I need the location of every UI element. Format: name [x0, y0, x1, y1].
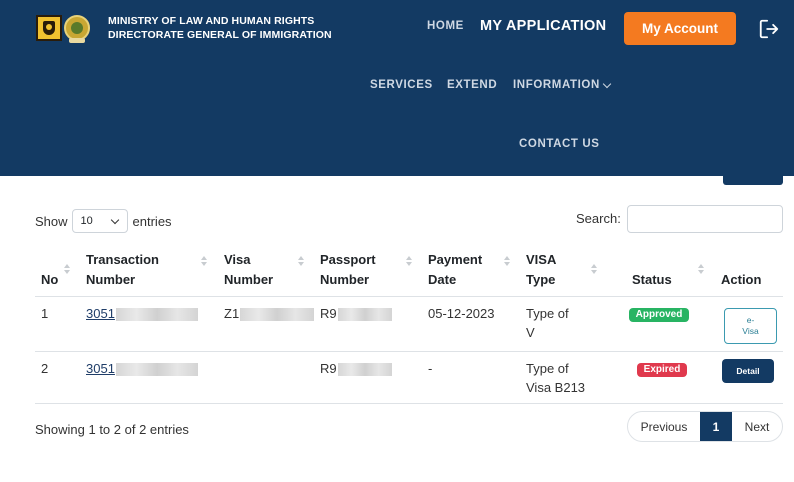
e-visa-label: e- [746, 315, 755, 325]
ministry-name-line1: MINISTRY OF LAW AND HUMAN RIGHTS [108, 15, 315, 27]
col-header-visa-number[interactable]: Visa Number [224, 250, 273, 290]
ministry-name: MINISTRY OF LAW AND HUMAN RIGHTS DIRECTO… [108, 14, 332, 42]
partial-button[interactable] [723, 176, 783, 185]
col-header-no[interactable]: No [41, 270, 58, 290]
e-visa-label: Visa [742, 326, 759, 336]
visa-type-line: Type of [526, 306, 569, 321]
visa-type-line: Type of [526, 361, 569, 376]
redacted-value [337, 363, 392, 377]
cell-payment-date: - [428, 361, 433, 376]
nav-extend[interactable]: EXTEND [447, 79, 497, 91]
visa-number-value: Z1 [224, 306, 240, 321]
cell-no: 2 [41, 361, 49, 376]
col-header-label: Visa [224, 252, 251, 267]
nav-contact-us[interactable]: CONTACT US [519, 138, 600, 150]
cell-visa-type: Type of Visa B213 [526, 359, 585, 397]
cell-passport-number: R9 [320, 304, 392, 323]
chevron-down-icon [602, 79, 612, 88]
col-header-status-label: Status [632, 272, 672, 287]
logout-icon[interactable] [758, 18, 780, 40]
col-header-action-label: Action [721, 272, 762, 287]
col-header-label: Passport [320, 252, 376, 267]
col-header-label: Number [320, 272, 370, 287]
status-badge-approved: Approved [629, 308, 689, 322]
col-header-label: Type [526, 272, 556, 287]
col-header-label: Date [428, 272, 457, 287]
redacted-value [115, 308, 198, 322]
nav-information[interactable]: INFORMATION [513, 79, 612, 91]
show-label: Show [35, 213, 68, 229]
redacted-value [240, 308, 315, 322]
col-header-label: Transaction [86, 252, 159, 267]
nav-information-label: INFORMATION [513, 79, 600, 91]
nav-my-application[interactable]: MY APPLICATION [480, 18, 606, 34]
pagination-previous[interactable]: Previous [628, 412, 700, 441]
entries-summary: Showing 1 to 2 of 2 entries [35, 422, 189, 437]
status-badge-expired: Expired [637, 363, 687, 377]
transaction-link[interactable]: 3051 [86, 306, 115, 321]
search-label: Search: [576, 211, 621, 226]
cell-payment-date: 05-12-2023 [428, 306, 495, 321]
table-divider [35, 403, 783, 404]
cell-visa-number: Z1 [224, 304, 315, 323]
ministry-emblem-icon [36, 15, 62, 41]
cell-passport-number: R9 [320, 359, 392, 378]
search-input[interactable] [627, 205, 783, 233]
detail-button[interactable]: Detail [722, 359, 774, 383]
col-header-visa-type[interactable]: VISA Type [526, 250, 556, 290]
passport-number-value: R9 [320, 306, 337, 321]
col-header-transaction-number[interactable]: Transaction Number [86, 250, 159, 290]
visa-type-line: V [526, 325, 535, 340]
col-header-label: Number [224, 272, 274, 287]
e-visa-button[interactable]: e- Visa [724, 308, 777, 344]
pagination-page-1[interactable]: 1 [700, 412, 732, 441]
col-header-status[interactable]: Status [632, 270, 672, 290]
col-header-label: Number [86, 272, 136, 287]
col-header-no-label: No [41, 272, 59, 287]
visa-type-line: Visa B213 [526, 380, 586, 395]
cell-transaction-number[interactable]: 3051 [86, 359, 198, 378]
table-divider [35, 296, 783, 297]
chevron-down-icon [110, 215, 119, 224]
ministry-name-line2: DIRECTORATE GENERAL OF IMMIGRATION [108, 29, 332, 41]
cell-transaction-number[interactable]: 3051 [86, 304, 198, 323]
col-header-passport-number[interactable]: Passport Number [320, 250, 376, 290]
site-header: MINISTRY OF LAW AND HUMAN RIGHTS DIRECTO… [0, 0, 794, 176]
pagination-next[interactable]: Next [732, 412, 782, 441]
page-size-value: 10 [80, 215, 93, 227]
redacted-value [115, 363, 198, 377]
page-size-select[interactable]: 10 [71, 209, 128, 233]
logo-group[interactable]: MINISTRY OF LAW AND HUMAN RIGHTS DIRECTO… [36, 14, 332, 43]
passport-number-value: R9 [320, 361, 337, 376]
col-header-label: VISA [526, 252, 557, 267]
col-header-action: Action [721, 270, 761, 290]
transaction-link[interactable]: 3051 [86, 361, 115, 376]
nav-services[interactable]: SERVICES [370, 79, 433, 91]
pagination: Previous 1 Next [627, 411, 783, 442]
cell-no: 1 [41, 306, 49, 321]
col-header-label: Payment [428, 252, 483, 267]
cell-visa-type: Type of V [526, 304, 569, 342]
col-header-payment-date[interactable]: Payment Date [428, 250, 482, 290]
nav-home[interactable]: HOME [427, 20, 464, 32]
my-account-button[interactable]: My Account [624, 12, 736, 45]
table-divider [35, 351, 783, 352]
redacted-value [337, 308, 392, 322]
entries-label: entries [132, 213, 172, 229]
page-size-control: Show 10 entries [35, 209, 172, 233]
immigration-seal-icon [64, 15, 90, 43]
